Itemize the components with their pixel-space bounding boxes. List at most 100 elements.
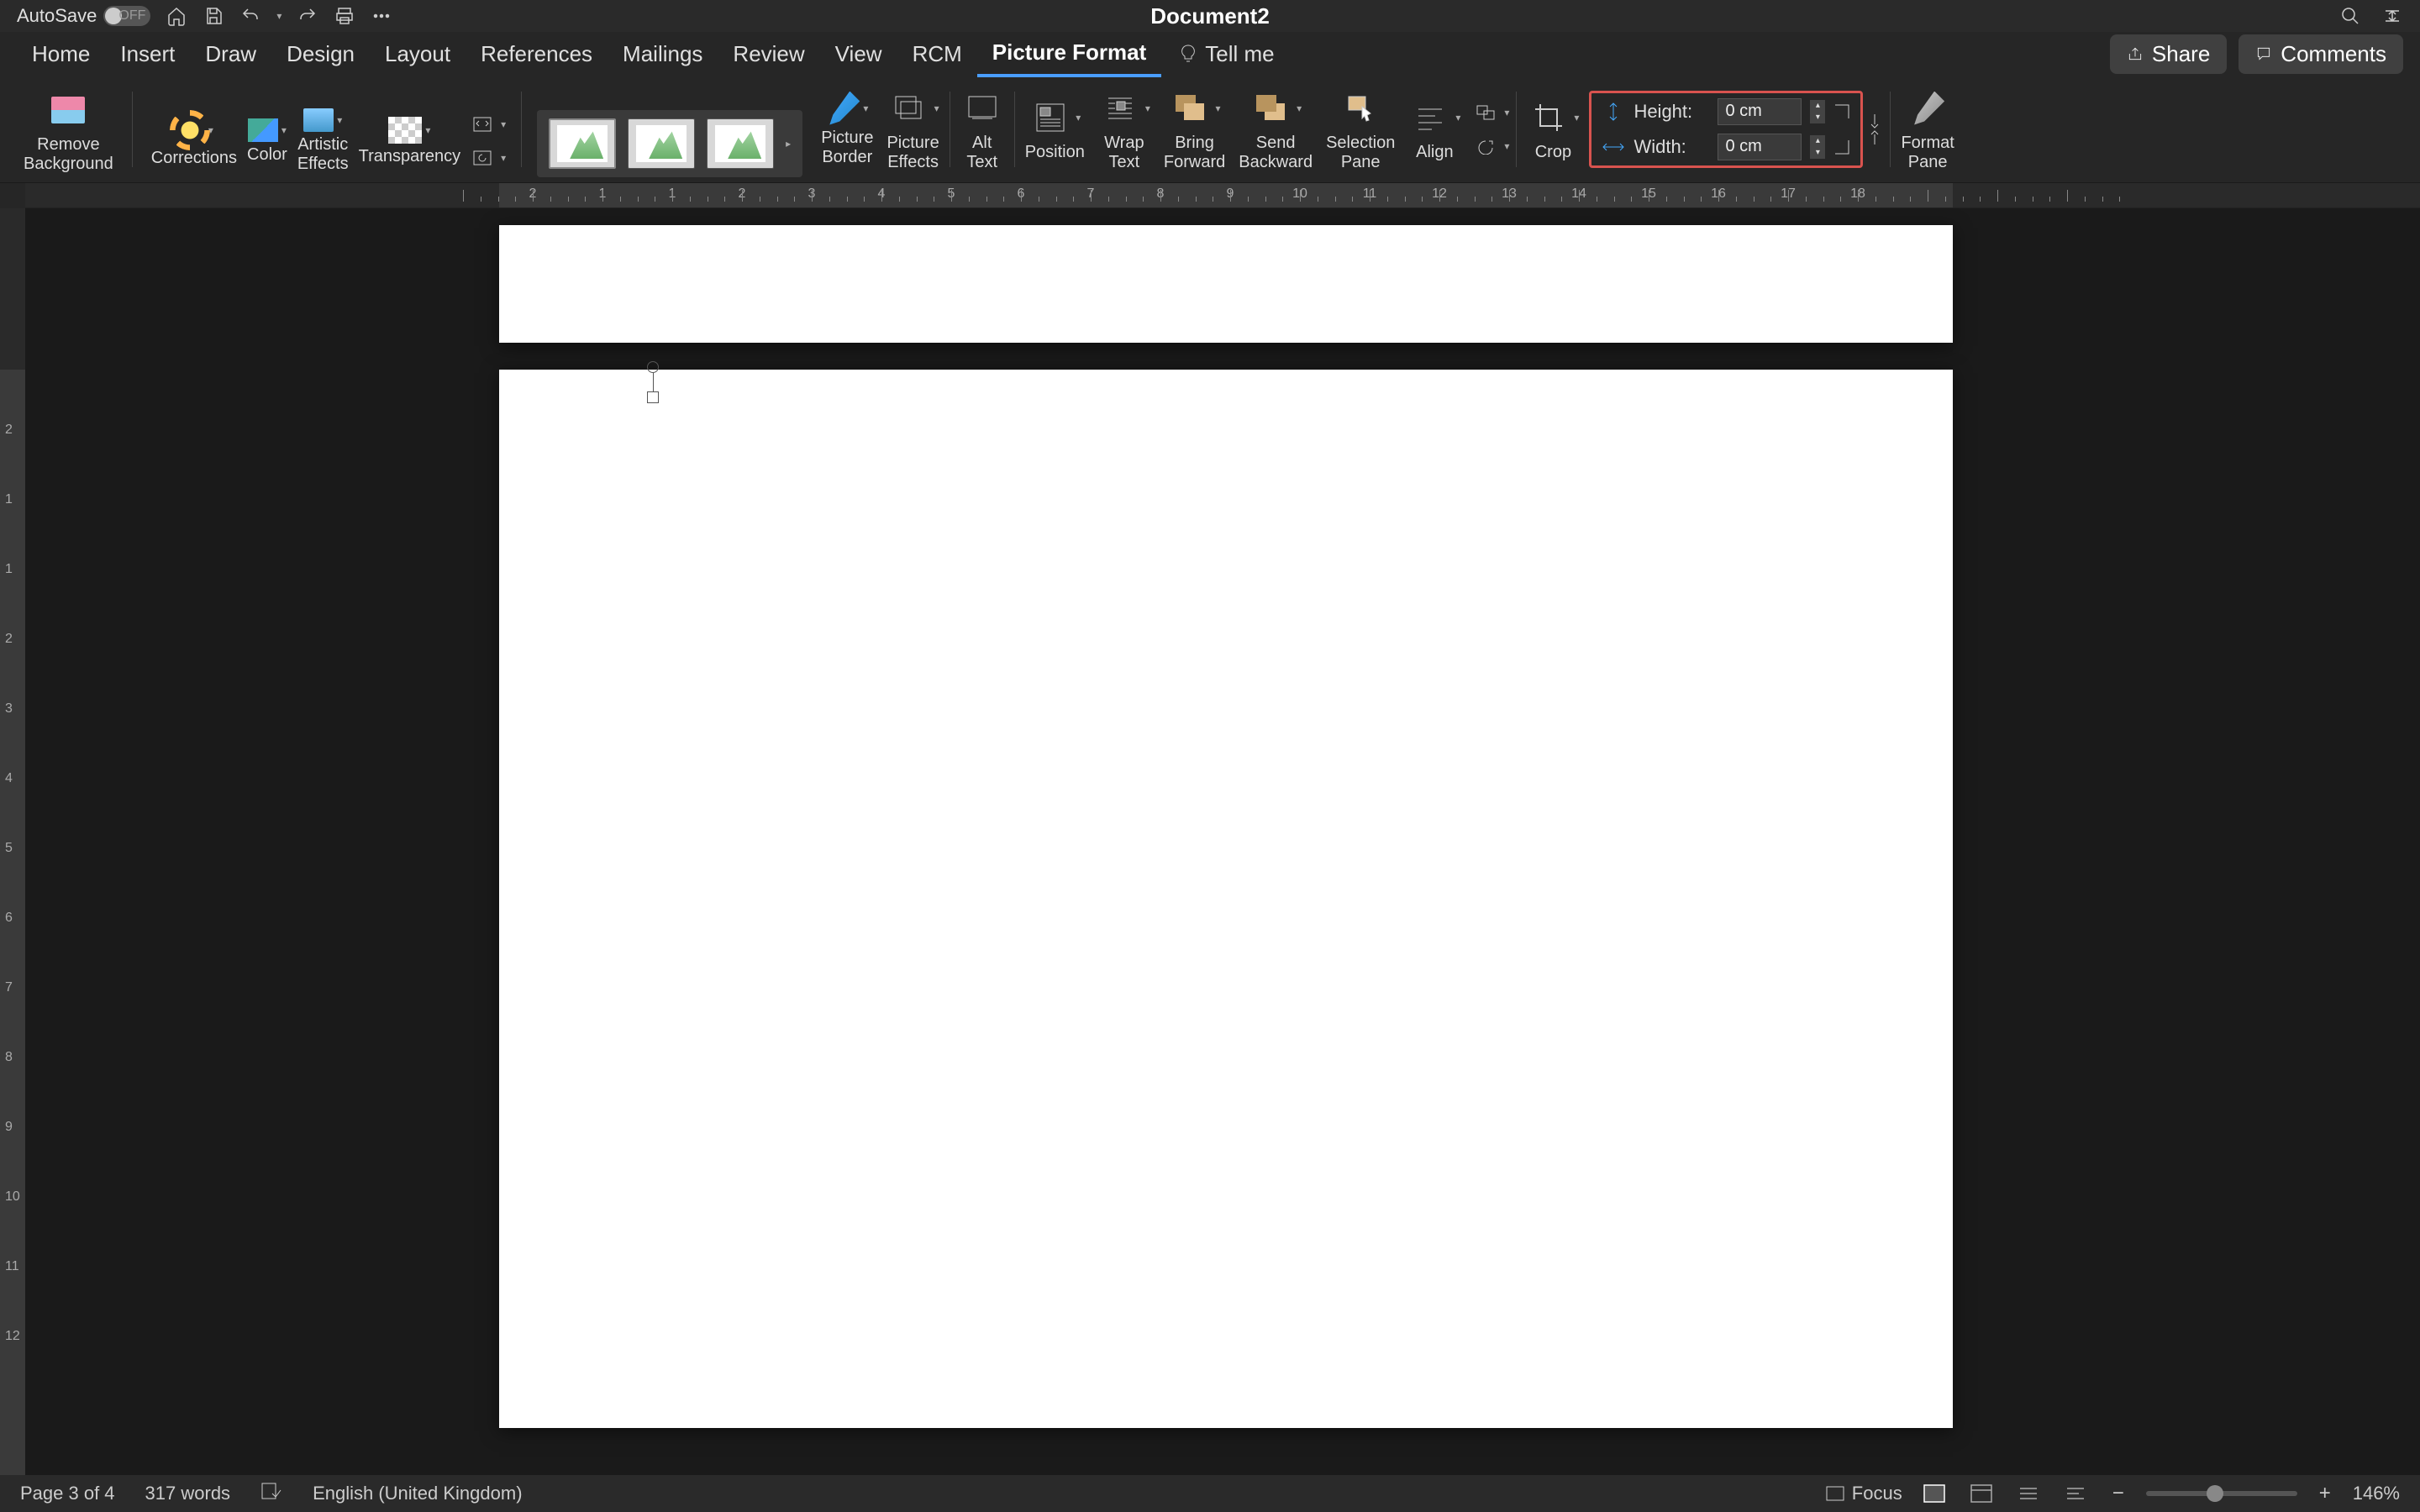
- selection-pane-button[interactable]: Selection Pane: [1323, 83, 1398, 176]
- home-icon[interactable]: [166, 5, 187, 27]
- ruler-v-num: 2: [5, 423, 13, 438]
- rotate-button[interactable]: ▾: [1470, 131, 1509, 161]
- zoom-slider[interactable]: [2146, 1491, 2297, 1496]
- transparency-button[interactable]: ▾ Transparency: [355, 113, 465, 170]
- autosave-toggle[interactable]: AutoSave OFF: [17, 5, 150, 27]
- bring-forward-button[interactable]: ▾ Bring Forward: [1160, 83, 1228, 176]
- chevron-down-icon: ▾: [1076, 112, 1081, 123]
- canvas[interactable]: [25, 208, 2420, 1475]
- picture-effects-button[interactable]: ▾ Picture Effects: [883, 83, 942, 176]
- chevron-down-icon: ▾: [1504, 107, 1509, 118]
- format-pane-label: Format Pane: [1901, 134, 1954, 172]
- more-icon[interactable]: [371, 5, 392, 27]
- remove-background-button[interactable]: Remove Background: [20, 85, 117, 177]
- ribbon-tabs: Home Insert Draw Design Layout Reference…: [0, 32, 2420, 76]
- tab-mailings[interactable]: Mailings: [608, 33, 718, 76]
- separator: [1014, 92, 1015, 167]
- ruler-horizontal[interactable]: 21123456789101112131415161718: [25, 183, 2420, 208]
- ribbon: Remove Background ▾ Corrections ▾ Color …: [0, 76, 2420, 183]
- rotation-handle[interactable]: [647, 361, 659, 373]
- selection-handle[interactable]: [647, 391, 659, 403]
- ruler-v-num: 10: [5, 1189, 20, 1205]
- tab-home[interactable]: Home: [17, 33, 105, 76]
- ruler-vertical[interactable]: 21123456789101112: [0, 208, 25, 1475]
- compress-button[interactable]: ▾: [467, 109, 506, 139]
- zoom-out-button[interactable]: −: [2107, 1483, 2129, 1504]
- comments-button[interactable]: Comments: [2238, 34, 2403, 74]
- tab-view[interactable]: View: [820, 33, 897, 76]
- color-icon: [248, 118, 278, 142]
- web-layout-view[interactable]: [1966, 1481, 1996, 1506]
- height-down[interactable]: ▾: [1810, 112, 1825, 123]
- share-button[interactable]: Share: [2110, 34, 2227, 74]
- tab-design[interactable]: Design: [271, 33, 370, 76]
- print-icon[interactable]: [334, 5, 355, 27]
- separator: [521, 92, 522, 167]
- alt-text-label: Alt Text: [966, 134, 997, 172]
- crop-label: Crop: [1535, 143, 1571, 162]
- chevron-down-icon: ▾: [863, 102, 868, 114]
- send-backward-button[interactable]: ▾ Send Backward: [1235, 83, 1316, 176]
- height-input[interactable]: [1718, 98, 1802, 125]
- picture-object[interactable]: [647, 361, 659, 403]
- search-icon[interactable]: [2339, 5, 2361, 27]
- aspect-lock-icon[interactable]: [1866, 111, 1883, 148]
- comments-label: Comments: [2281, 41, 2386, 67]
- zoom-thumb[interactable]: [2207, 1485, 2223, 1502]
- wrap-text-button[interactable]: ▾ Wrap Text: [1095, 83, 1154, 176]
- language-indicator[interactable]: English (United Kingdom): [313, 1483, 522, 1504]
- zoom-in-button[interactable]: +: [2314, 1483, 2336, 1504]
- reset-picture-button[interactable]: ▾: [467, 143, 506, 173]
- zoom-level[interactable]: 146%: [2353, 1483, 2400, 1504]
- width-input[interactable]: [1718, 134, 1802, 160]
- undo-dropdown[interactable]: ▾: [276, 10, 281, 22]
- crop-button[interactable]: ▾ Crop: [1523, 92, 1582, 165]
- color-button[interactable]: ▾ Color: [244, 115, 291, 168]
- focus-button[interactable]: Focus: [1825, 1483, 1902, 1504]
- adjust-small-buttons: ▾ ▾: [467, 109, 506, 173]
- titlebar: AutoSave OFF ▾ Document2: [0, 0, 2420, 32]
- group-button[interactable]: ▾: [1470, 97, 1509, 128]
- tab-review[interactable]: Review: [718, 33, 819, 76]
- picture-border-button[interactable]: ▾ Picture Border: [818, 88, 876, 171]
- alt-text-button[interactable]: Alt Text: [957, 83, 1007, 176]
- toggle-pill[interactable]: OFF: [103, 6, 150, 26]
- redo-icon[interactable]: [297, 5, 318, 27]
- corrections-label: Corrections: [151, 149, 237, 168]
- tab-references[interactable]: References: [466, 33, 608, 76]
- draft-view[interactable]: [2060, 1481, 2091, 1506]
- style-thumb-3[interactable]: [707, 118, 774, 169]
- page-current[interactable]: [499, 370, 1953, 1428]
- word-count[interactable]: 317 words: [145, 1483, 231, 1504]
- width-up[interactable]: ▴: [1810, 135, 1825, 147]
- height-up[interactable]: ▴: [1810, 100, 1825, 112]
- tab-draw[interactable]: Draw: [190, 33, 271, 76]
- tab-picture-format[interactable]: Picture Format: [977, 31, 1162, 77]
- tab-rcm[interactable]: RCM: [897, 33, 977, 76]
- crop-icon: [1527, 96, 1570, 139]
- ribbon-toggle-icon[interactable]: [2381, 5, 2403, 27]
- artistic-effects-button[interactable]: ▾ Artistic Effects: [294, 105, 352, 177]
- width-down[interactable]: ▾: [1810, 147, 1825, 159]
- format-pane-button[interactable]: Format Pane: [1897, 83, 1957, 176]
- picture-style-gallery[interactable]: ▸: [537, 110, 802, 177]
- page-indicator[interactable]: Page 3 of 4: [20, 1483, 115, 1504]
- undo-icon[interactable]: [239, 5, 261, 27]
- alt-text-icon: [960, 87, 1004, 130]
- outline-view[interactable]: [2013, 1481, 2044, 1506]
- position-button[interactable]: ▾ Position: [1022, 92, 1088, 165]
- tell-me[interactable]: Tell me: [1178, 41, 1274, 67]
- style-thumb-1[interactable]: [549, 118, 616, 169]
- group-remove-bg: Remove Background: [12, 76, 125, 182]
- statusbar: Page 3 of 4 317 words English (United Ki…: [0, 1475, 2420, 1512]
- tab-layout[interactable]: Layout: [370, 33, 466, 76]
- gallery-more-icon[interactable]: ▸: [786, 138, 791, 150]
- align-button[interactable]: ▾ Align: [1405, 92, 1464, 165]
- print-layout-view[interactable]: [1919, 1481, 1949, 1506]
- tab-insert[interactable]: Insert: [105, 33, 190, 76]
- page-prev-bottom[interactable]: [499, 225, 1953, 343]
- corrections-button[interactable]: ▾ Corrections: [148, 112, 240, 171]
- save-icon[interactable]: [203, 5, 224, 27]
- spellcheck-icon[interactable]: [260, 1482, 282, 1505]
- style-thumb-2[interactable]: [628, 118, 695, 169]
